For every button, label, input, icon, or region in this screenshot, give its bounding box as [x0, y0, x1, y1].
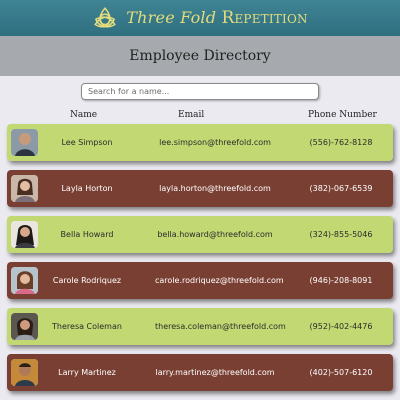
employee-email[interactable]: carole.rodriquez@threefold.com: [155, 262, 284, 299]
employee-name: Larry Martinez: [58, 368, 116, 377]
employee-name: Bella Howard: [60, 230, 114, 239]
column-header-name: Name: [70, 110, 98, 120]
brand-script: Three Fold: [126, 8, 217, 27]
page-title: Employee Directory: [129, 48, 271, 64]
column-header-phone: Phone Number: [308, 110, 377, 120]
avatar: [11, 359, 38, 386]
employee-name: Carole Rodriquez: [52, 276, 122, 285]
employee-phone: (952)-402-4476: [309, 322, 373, 331]
triquetra-logo-icon: [94, 7, 117, 28]
employee-email[interactable]: bella.howard@threefold.com: [155, 216, 275, 253]
employee-email[interactable]: lee.simpson@threefold.com: [155, 124, 275, 161]
employee-email[interactable]: theresa.coleman@threefold.com: [155, 308, 286, 345]
avatar: [11, 267, 38, 294]
employee-phone: (946)-208-8091: [309, 276, 373, 285]
avatar: [11, 313, 38, 340]
brand-name[interactable]: Three Fold Repetition: [126, 8, 307, 28]
avatar: [11, 175, 38, 202]
employee-name: Theresa Coleman: [52, 322, 122, 331]
avatar: [11, 221, 38, 248]
column-header-email: Email: [178, 110, 205, 120]
employee-phone: (556)-762-8128: [309, 138, 373, 147]
employee-name: Layla Horton: [61, 184, 113, 193]
header-bar: Three Fold Repetition: [0, 0, 400, 36]
employee-email[interactable]: layla.horton@threefold.com: [155, 170, 275, 207]
employee-row[interactable]: Larry Martinez larry.martinez@threefold.…: [7, 354, 393, 391]
employee-row[interactable]: Layla Horton layla.horton@threefold.com …: [7, 170, 393, 207]
employee-row[interactable]: Carole Rodriquez carole.rodriquez@threef…: [7, 262, 393, 299]
employee-phone: (324)-855-5046: [309, 230, 373, 239]
employee-name: Lee Simpson: [61, 138, 113, 147]
avatar: [11, 129, 38, 156]
employee-phone: (382)-067-6539: [309, 184, 373, 193]
title-bar: Employee Directory: [0, 36, 400, 76]
employee-row[interactable]: Bella Howard bella.howard@threefold.com …: [7, 216, 393, 253]
employee-row[interactable]: Lee Simpson lee.simpson@threefold.com (5…: [7, 124, 393, 161]
employee-phone: (402)-507-6120: [309, 368, 373, 377]
employee-email[interactable]: larry.martinez@threefold.com: [155, 354, 275, 391]
brand-caps: Repetition: [221, 8, 308, 28]
search-input[interactable]: [81, 83, 319, 100]
employee-row[interactable]: Theresa Coleman theresa.coleman@threefol…: [7, 308, 393, 345]
